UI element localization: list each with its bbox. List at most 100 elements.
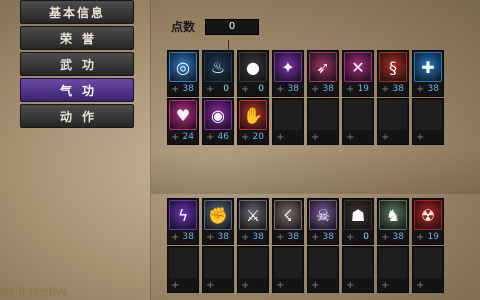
skill-level-value: 46 xyxy=(217,132,229,142)
skill-slot[interactable]: ☗ +0 xyxy=(342,198,374,245)
skill-slot[interactable]: + xyxy=(237,246,269,293)
skill-slot[interactable]: ✦ +38 xyxy=(272,50,304,97)
skill-slot[interactable]: ◉ +46 xyxy=(202,98,234,145)
skill-slot[interactable]: ◎ +38 xyxy=(167,50,199,97)
skill-slot[interactable]: ☢ +19 xyxy=(412,198,444,245)
plus-icon[interactable]: + xyxy=(381,84,389,95)
skill-slot[interactable]: + xyxy=(307,246,339,293)
points-label: 点数 xyxy=(171,20,196,34)
plus-icon[interactable]: + xyxy=(276,84,284,95)
skill-slot[interactable]: ♞ +38 xyxy=(377,198,409,245)
skill-level-row: + xyxy=(203,279,233,291)
plus-icon[interactable]: + xyxy=(311,132,319,143)
skill-slot[interactable]: ✕ +19 xyxy=(342,50,374,97)
skill-level-value: 38 xyxy=(252,232,264,242)
plus-icon[interactable]: + xyxy=(346,232,354,243)
empty-slot-icon xyxy=(204,248,232,278)
skill-level-value: 38 xyxy=(322,232,334,242)
skill-level-value: 38 xyxy=(287,232,299,242)
skill-slot[interactable]: ♥ +24 xyxy=(167,98,199,145)
plus-icon[interactable]: + xyxy=(416,132,424,143)
empty-slot-icon xyxy=(344,100,372,130)
plus-icon[interactable]: + xyxy=(416,84,424,95)
plus-icon[interactable]: + xyxy=(206,280,214,291)
plus-icon[interactable]: + xyxy=(276,232,284,243)
divider-tick xyxy=(228,40,229,50)
skill-slot[interactable]: ➶ +38 xyxy=(307,50,339,97)
empty-slot-icon xyxy=(379,100,407,130)
skill-slot[interactable]: + xyxy=(412,98,444,145)
empty-slot-icon xyxy=(344,248,372,278)
menu-basic-info[interactable]: 基本信息 xyxy=(20,0,134,24)
plus-icon[interactable]: + xyxy=(381,280,389,291)
menu-actions[interactable]: 动作 xyxy=(20,104,134,128)
plus-icon[interactable]: + xyxy=(311,84,319,95)
skill-slot[interactable]: + xyxy=(307,98,339,145)
skill-slot[interactable]: ⚔ +38 xyxy=(237,198,269,245)
skill-slot[interactable]: § +38 xyxy=(377,50,409,97)
plus-icon[interactable]: + xyxy=(241,280,249,291)
qigong-panel: 点数 0 ◎ +38 ♨ +0 ● +0 ✦ +38 ➶ +38 ✕ +19 § +38 ✚ +38 ♥ +24 ◉… xyxy=(150,0,480,300)
menu-martial-arts[interactable]: 武功 xyxy=(20,52,134,76)
plus-icon[interactable]: + xyxy=(346,280,354,291)
empty-slot-icon xyxy=(274,100,302,130)
skill-slot[interactable]: + xyxy=(377,246,409,293)
points-row: 点数 0 xyxy=(171,18,260,35)
skill-slot[interactable]: + xyxy=(342,246,374,293)
menu-qigong[interactable]: 气功 xyxy=(20,78,134,102)
menu-honor[interactable]: 荣誉 xyxy=(20,26,134,50)
panel-gap xyxy=(151,150,480,194)
skill-slot[interactable]: + xyxy=(412,246,444,293)
skill-grid-top: ◎ +38 ♨ +0 ● +0 ✦ +38 ➶ +38 ✕ +19 § +38 ✚ +38 ♥ +24 ◉ +46 ✋ +… xyxy=(167,50,444,145)
plus-icon[interactable]: + xyxy=(241,84,249,95)
skill-slot[interactable]: ✊ +38 xyxy=(202,198,234,245)
plus-icon[interactable]: + xyxy=(416,232,424,243)
skill-slot[interactable]: + xyxy=(272,98,304,145)
plus-icon[interactable]: + xyxy=(416,280,424,291)
skill-slot[interactable]: + xyxy=(342,98,374,145)
skill-slot[interactable]: ● +0 xyxy=(237,50,269,97)
plus-icon[interactable]: + xyxy=(171,132,179,143)
skill-level-row: +38 xyxy=(378,83,408,95)
plus-icon[interactable]: + xyxy=(276,132,284,143)
skill-slot[interactable]: ☠ +38 xyxy=(307,198,339,245)
skill-grid-bottom: ϟ +38 ✊ +38 ⚔ +38 ☇ +38 ☠ +38 ☗ +0 ♞ +38 ☢ +19 + + + + + + + + xyxy=(167,198,444,293)
skill-slot[interactable]: ☇ +38 xyxy=(272,198,304,245)
skill-slot[interactable]: ✋ +20 xyxy=(237,98,269,145)
plus-icon[interactable]: + xyxy=(206,84,214,95)
skill-level-row: +38 xyxy=(168,83,198,95)
plus-icon[interactable]: + xyxy=(206,232,214,243)
skill-level-value: 38 xyxy=(392,84,404,94)
plus-icon[interactable]: + xyxy=(171,232,179,243)
skill-level-row: +0 xyxy=(203,83,233,95)
arrow-target-icon: ➶ xyxy=(309,52,337,82)
plus-icon[interactable]: + xyxy=(206,132,214,143)
skill-slot[interactable]: + xyxy=(377,98,409,145)
skill-level-row: +38 xyxy=(273,83,303,95)
skill-level-row: + xyxy=(378,279,408,291)
plus-icon[interactable]: + xyxy=(171,84,179,95)
plus-icon[interactable]: + xyxy=(381,232,389,243)
skill-slot[interactable]: ϟ +38 xyxy=(167,198,199,245)
skill-slot[interactable]: + xyxy=(167,246,199,293)
skill-level-value: 0 xyxy=(223,84,229,94)
skill-slot[interactable]: ✚ +38 xyxy=(412,50,444,97)
plus-icon[interactable]: + xyxy=(346,84,354,95)
skill-slot[interactable]: + xyxy=(202,246,234,293)
plus-icon[interactable]: + xyxy=(311,232,319,243)
skill-slot[interactable]: ♨ +0 xyxy=(202,50,234,97)
dark-flame-icon: ♨ xyxy=(204,52,232,82)
plus-icon[interactable]: + xyxy=(171,280,179,291)
plus-icon[interactable]: + xyxy=(381,132,389,143)
empty-slot-icon xyxy=(414,248,442,278)
plus-icon[interactable]: + xyxy=(346,132,354,143)
plus-icon[interactable]: + xyxy=(311,280,319,291)
plus-icon[interactable]: + xyxy=(241,232,249,243)
plus-icon[interactable]: + xyxy=(241,132,249,143)
shadow-orb-icon: ● xyxy=(239,52,267,82)
skill-level-value: 38 xyxy=(322,84,334,94)
skill-slot[interactable]: + xyxy=(272,246,304,293)
plus-icon[interactable]: + xyxy=(276,280,284,291)
skill-level-row: +24 xyxy=(168,131,198,143)
skill-level-value: 38 xyxy=(427,84,439,94)
